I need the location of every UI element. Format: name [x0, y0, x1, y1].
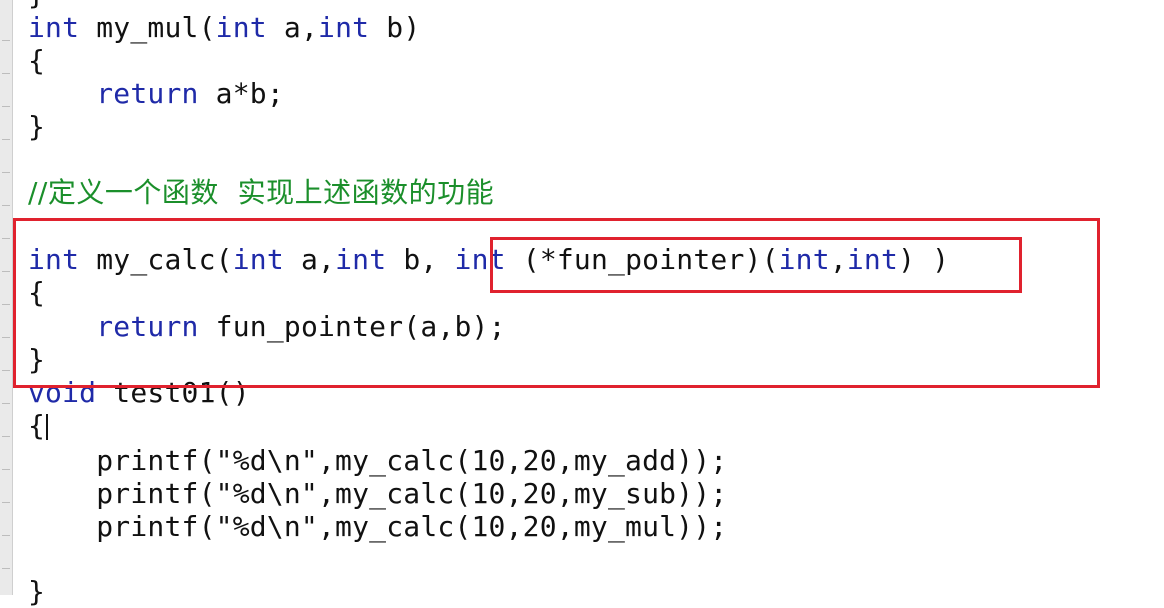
code-line-open-brace[interactable]: {: [28, 44, 45, 77]
code-line-printf-sub[interactable]: printf("%d\n",my_calc(10,20,my_sub));: [28, 477, 727, 510]
gutter-tick: [2, 73, 10, 74]
keyword-token: int: [318, 11, 370, 44]
code-line-close-brace[interactable]: }: [28, 575, 45, 608]
keyword-token: int: [778, 243, 830, 276]
code-line-comment[interactable]: //定义一个函数 实现上述函数的功能: [28, 176, 494, 209]
code-token: {: [28, 409, 46, 442]
gutter-tick: [2, 469, 10, 470]
code-line-cut-brace: }: [28, 0, 45, 11]
gutter-tick: [2, 172, 10, 173]
text-caret: [46, 414, 49, 440]
code-token: ) ): [898, 243, 950, 276]
keyword-token: return: [96, 77, 199, 110]
code-line-open-brace-with-caret[interactable]: {: [28, 409, 49, 442]
keyword-token: return: [96, 310, 199, 343]
gutter-tick: [2, 403, 10, 404]
code-line-return-a-times-b[interactable]: return a*b;: [28, 77, 284, 110]
code-token: my_calc(: [79, 243, 233, 276]
code-token: my_mul(: [79, 11, 216, 44]
code-editor[interactable]: } int my_mul(int a,int b) { return a*b; …: [0, 0, 1164, 608]
line-gutter: [0, 0, 13, 595]
code-token: b,: [386, 243, 455, 276]
code-token: a,: [266, 11, 319, 44]
code-line-test01-signature[interactable]: void test01(): [28, 376, 250, 409]
code-token: a*b;: [198, 77, 284, 110]
gutter-tick: [2, 205, 10, 206]
gutter-tick: [2, 370, 10, 371]
code-line-my-calc-signature[interactable]: int my_calc(int a,int b, int (*fun_point…: [28, 243, 949, 276]
code-line-return-fun-pointer[interactable]: return fun_pointer(a,b);: [28, 310, 506, 343]
keyword-token: int: [215, 11, 267, 44]
gutter-tick: [2, 337, 10, 338]
gutter-tick: [2, 40, 10, 41]
code-line-close-brace[interactable]: }: [28, 110, 45, 143]
code-token: (*fun_pointer)(: [505, 243, 779, 276]
code-line-open-brace[interactable]: {: [28, 276, 45, 309]
keyword-token: int: [28, 243, 80, 276]
code-line-printf-mul[interactable]: printf("%d\n",my_calc(10,20,my_mul));: [28, 510, 727, 543]
keyword-token: int: [232, 243, 284, 276]
gutter-tick: [2, 139, 10, 140]
gutter-tick: [2, 502, 10, 503]
keyword-token: int: [28, 11, 80, 44]
code-line-my-mul-signature[interactable]: int my_mul(int a,int b): [28, 11, 420, 44]
code-token: test01(): [96, 376, 250, 409]
code-line-printf-add[interactable]: printf("%d\n",my_calc(10,20,my_add));: [28, 444, 727, 477]
gutter-tick: [2, 535, 10, 536]
keyword-token: int: [846, 243, 899, 276]
gutter-tick: [2, 271, 10, 272]
code-token: b): [369, 11, 421, 44]
code-token: ,: [829, 243, 847, 276]
gutter-tick: [2, 238, 10, 239]
gutter-tick: [2, 568, 10, 569]
keyword-token: int: [454, 243, 506, 276]
keyword-token: int: [335, 243, 387, 276]
keyword-token: void: [28, 376, 97, 409]
gutter-tick: [2, 106, 10, 107]
gutter-tick: [2, 304, 10, 305]
code-line-close-brace[interactable]: }: [28, 343, 45, 376]
code-token: a,: [283, 243, 336, 276]
gutter-tick: [2, 436, 10, 437]
code-token: fun_pointer(a,b);: [198, 310, 506, 343]
